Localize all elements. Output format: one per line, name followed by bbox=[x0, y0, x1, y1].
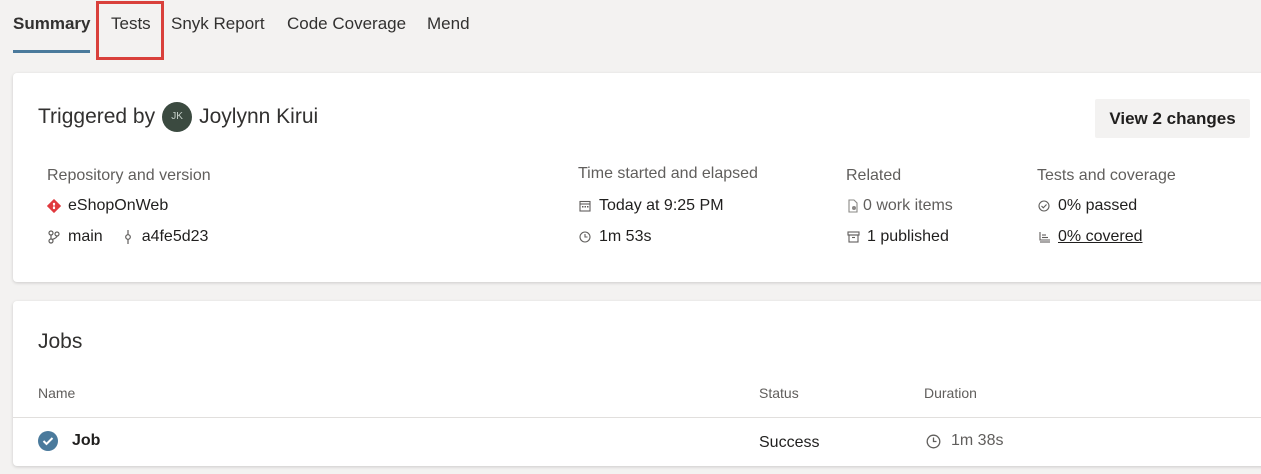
time-elapsed: 1m 53s bbox=[578, 228, 651, 246]
work-items: 0 work items bbox=[846, 197, 953, 215]
time-started: Today at 9:25 PM bbox=[578, 197, 724, 215]
published-value: 1 published bbox=[867, 228, 949, 245]
tests-passed-value: 0% passed bbox=[1058, 197, 1138, 214]
started-value: Today at 9:25 PM bbox=[599, 197, 724, 214]
jobs-title: Jobs bbox=[38, 330, 83, 353]
tab-snyk-report[interactable]: Snyk Report bbox=[171, 14, 265, 34]
commit-hash[interactable]: a4fe5d23 bbox=[142, 228, 209, 246]
user-name[interactable]: Joylynn Kirui bbox=[199, 105, 318, 129]
job-name-cell: Job bbox=[38, 431, 100, 451]
check-circle-icon bbox=[1037, 199, 1051, 213]
column-header-duration: Duration bbox=[924, 385, 977, 401]
work-items-value: 0 work items bbox=[863, 197, 953, 214]
time-heading: Time started and elapsed bbox=[578, 165, 758, 182]
jobs-card: Jobs Name Status Duration Job Success 1m… bbox=[13, 301, 1261, 466]
tab-bar: Summary Tests Snyk Report Code Coverage … bbox=[0, 0, 1261, 60]
branch-icon bbox=[47, 230, 61, 244]
artifact-icon bbox=[846, 230, 860, 244]
repository-heading: Repository and version bbox=[47, 167, 211, 184]
commit-icon bbox=[121, 230, 135, 244]
tests-coverage-heading: Tests and coverage bbox=[1037, 167, 1176, 184]
elapsed-value: 1m 53s bbox=[599, 228, 652, 245]
repository-link[interactable]: eShopOnWeb bbox=[47, 197, 168, 215]
triggered-by: Triggered by JK Joylynn Kirui bbox=[38, 102, 318, 132]
table-divider bbox=[13, 417, 1261, 418]
tests-tab-highlight bbox=[96, 1, 164, 60]
job-status: Success bbox=[759, 434, 820, 451]
coverage-link[interactable]: 0% covered bbox=[1058, 228, 1143, 246]
code-coverage: 0% covered bbox=[1037, 228, 1143, 246]
triggered-by-label: Triggered by bbox=[38, 105, 156, 128]
clock-icon bbox=[926, 434, 941, 449]
coverage-icon bbox=[1037, 230, 1051, 244]
column-header-name: Name bbox=[38, 385, 76, 401]
calendar-icon bbox=[578, 199, 592, 213]
related-heading: Related bbox=[846, 167, 902, 184]
git-repo-icon bbox=[47, 199, 61, 213]
tab-code-coverage[interactable]: Code Coverage bbox=[287, 14, 406, 34]
branch-info: main a4fe5d23 bbox=[47, 228, 208, 246]
published-artifacts[interactable]: 1 published bbox=[846, 228, 949, 246]
job-name[interactable]: Job bbox=[72, 432, 100, 450]
tab-summary[interactable]: Summary bbox=[13, 14, 90, 34]
work-item-icon bbox=[846, 199, 860, 213]
clock-icon bbox=[578, 230, 592, 244]
branch-name[interactable]: main bbox=[68, 228, 103, 246]
job-duration: 1m 38s bbox=[926, 432, 1003, 450]
tests-passed: 0% passed bbox=[1037, 197, 1137, 215]
avatar: JK bbox=[162, 102, 193, 132]
tab-mend[interactable]: Mend bbox=[427, 14, 470, 34]
run-summary-card: Triggered by JK Joylynn Kirui View 2 cha… bbox=[13, 73, 1261, 282]
success-check-icon bbox=[38, 431, 58, 451]
active-tab-indicator bbox=[13, 50, 90, 53]
view-changes-button[interactable]: View 2 changes bbox=[1095, 99, 1250, 138]
repository-name: eShopOnWeb bbox=[68, 197, 169, 214]
job-duration-value: 1m 38s bbox=[951, 432, 1004, 449]
column-header-status: Status bbox=[759, 385, 799, 401]
